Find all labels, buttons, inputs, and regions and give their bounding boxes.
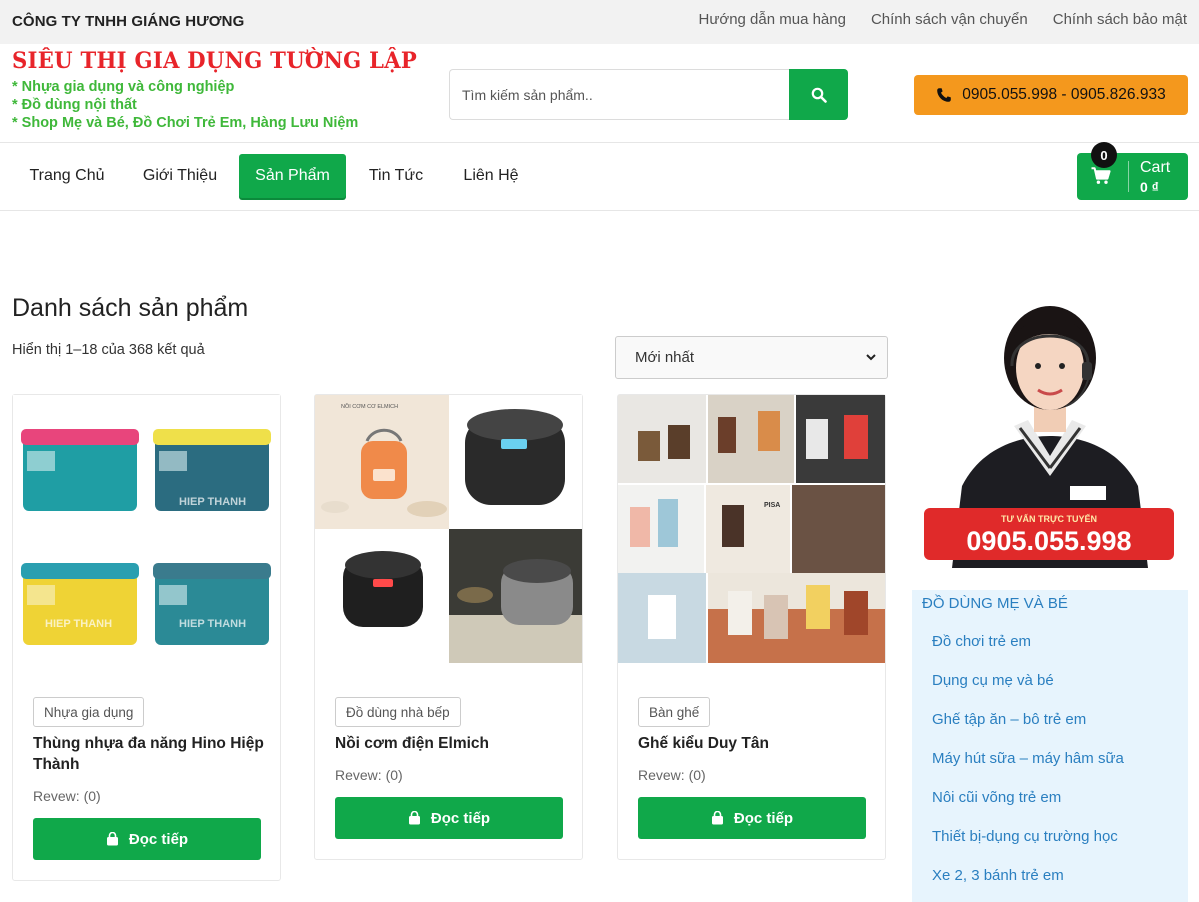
- product-image[interactable]: NỒI CƠM CƠ ELMICH: [315, 395, 582, 663]
- nav-contact[interactable]: Liên Hệ: [446, 154, 536, 198]
- product-name[interactable]: Ghế kiểu Duy Tân: [638, 733, 873, 754]
- search-icon: [811, 87, 827, 103]
- search-button[interactable]: [789, 69, 848, 120]
- shopping-bag-icon: [711, 811, 723, 825]
- read-more-button[interactable]: Đọc tiếp: [335, 797, 563, 839]
- category-item[interactable]: Nôi cũi võng trẻ em: [932, 789, 1061, 806]
- link-shipping-policy[interactable]: Chính sách vận chuyển: [871, 11, 1028, 28]
- chairs-collage-image: PISA: [618, 395, 885, 663]
- cart-separator: [1128, 161, 1129, 192]
- category-item[interactable]: Xe 2, 3 bánh trẻ em: [932, 867, 1064, 884]
- top-bar: CÔNG TY TNHH GIÁNG HƯƠNG Hướng dẫn mua h…: [0, 0, 1199, 44]
- online-support-banner[interactable]: TƯ VẤN TRỰC TUYẾN 0905.055.998: [922, 296, 1178, 568]
- search-input[interactable]: [450, 70, 789, 119]
- product-review: Revew: (0): [638, 767, 706, 783]
- tagline-1: * Nhựa gia dụng và công nghiệp: [12, 79, 235, 95]
- product-category-tag[interactable]: Nhựa gia dụng: [33, 697, 145, 727]
- category-item[interactable]: Ghế tập ăn – bô trẻ em: [932, 711, 1086, 728]
- category-item[interactable]: Máy hút sữa – máy hâm sữa: [932, 750, 1124, 767]
- category-sidebar: ĐỒ DÙNG MẸ VÀ BÉ Đồ chơi trẻ em Dụng cụ …: [912, 590, 1188, 902]
- read-more-label: Đọc tiếp: [430, 809, 491, 827]
- cart-total: 0 ₫: [1140, 179, 1159, 195]
- nav-news[interactable]: Tin Tức: [352, 154, 440, 198]
- svg-text:TƯ VẤN TRỰC TUYẾN: TƯ VẤN TRỰC TUYẾN: [1001, 514, 1097, 524]
- product-card: HIEP THANH HIEP THANH HIEP THANH Nhựa gi…: [12, 394, 281, 881]
- hotline-number: 0905.055.998 - 0905.826.933: [962, 86, 1166, 103]
- chevron-down-icon: [866, 354, 876, 361]
- divider: [0, 142, 1199, 143]
- link-purchase-guide[interactable]: Hướng dẫn mua hàng: [698, 11, 845, 28]
- link-privacy-policy[interactable]: Chính sách bảo mật: [1053, 11, 1187, 28]
- tagline-2: * Đồ dùng nội thất: [12, 97, 137, 113]
- storage-boxes-image: HIEP THANH HIEP THANH HIEP THANH: [13, 395, 280, 663]
- category-item[interactable]: Dụng cụ mẹ và bé: [932, 672, 1054, 689]
- support-agent-image: TƯ VẤN TRỰC TUYẾN 0905.055.998: [922, 296, 1178, 568]
- product-name[interactable]: Thùng nhựa đa năng Hino Hiệp Thành: [33, 733, 268, 775]
- cart-icon: [1091, 167, 1111, 184]
- result-count: Hiển thị 1–18 của 368 kết quả: [12, 342, 205, 358]
- nav-about[interactable]: Giới Thiệu: [128, 154, 232, 198]
- company-name: CÔNG TY TNHH GIÁNG HƯƠNG: [12, 13, 245, 30]
- read-more-label: Đọc tiếp: [733, 809, 794, 827]
- nav-home[interactable]: Trang Chủ: [12, 154, 122, 198]
- cart-count-badge: 0: [1091, 142, 1117, 168]
- shopping-bag-icon: [106, 832, 118, 846]
- product-category-tag[interactable]: Đồ dùng nhà bếp: [335, 697, 461, 727]
- divider: [0, 210, 1199, 211]
- rice-cooker-image: NỒI CƠM CƠ ELMICH: [315, 395, 582, 663]
- svg-text:HIEP THANH: HIEP THANH: [179, 618, 246, 630]
- svg-text:HIEP THANH: HIEP THANH: [179, 496, 246, 508]
- tagline-3: * Shop Mẹ và Bé, Đồ Chơi Trẻ Em, Hàng Lư…: [12, 115, 359, 131]
- site-logo-title[interactable]: SIÊU THỊ GIA DỤNG TƯỜNG LẬP: [12, 48, 417, 74]
- category-item[interactable]: Đồ chơi trẻ em: [932, 633, 1031, 650]
- product-image[interactable]: HIEP THANH HIEP THANH HIEP THANH: [13, 395, 280, 663]
- product-card: PISA Bàn ghế Ghế kiểu Duy Tân Revew: (0)…: [617, 394, 886, 860]
- product-category-tag[interactable]: Bàn ghế: [638, 697, 711, 727]
- cart-label: Cart: [1140, 159, 1171, 176]
- product-review: Revew: (0): [33, 788, 101, 804]
- category-item[interactable]: Thiết bị-dụng cụ trường học: [932, 828, 1118, 845]
- read-more-label: Đọc tiếp: [128, 830, 189, 848]
- product-card: NỒI CƠM CƠ ELMICH Đồ dùng nhà bếp Nồi cơ…: [314, 394, 583, 860]
- category-heading[interactable]: ĐỒ DÙNG MẸ VÀ BÉ: [922, 595, 1068, 612]
- svg-text:PISA: PISA: [764, 502, 780, 509]
- top-links: Hướng dẫn mua hàng Chính sách vận chuyển…: [698, 11, 1187, 28]
- sort-select[interactable]: Mới nhất: [615, 336, 888, 379]
- phone-icon: [937, 88, 952, 102]
- read-more-button[interactable]: Đọc tiếp: [33, 818, 261, 860]
- hotline-button[interactable]: 0905.055.998 - 0905.826.933: [914, 75, 1188, 115]
- page-title: Danh sách sản phẩm: [12, 294, 249, 322]
- nav-products[interactable]: Sản Phẩm: [239, 154, 346, 198]
- product-review: Revew: (0): [335, 767, 403, 783]
- product-image[interactable]: PISA: [618, 395, 885, 663]
- read-more-button[interactable]: Đọc tiếp: [638, 797, 866, 839]
- sort-selected-value: Mới nhất: [635, 349, 695, 366]
- product-name[interactable]: Nồi cơm điện Elmich: [335, 733, 570, 754]
- svg-text:0905.055.998: 0905.055.998: [966, 526, 1131, 556]
- shopping-bag-icon: [408, 811, 420, 825]
- svg-text:HIEP THANH: HIEP THANH: [45, 618, 112, 630]
- search-field: [449, 69, 789, 120]
- svg-text:NỒI CƠM CƠ ELMICH: NỒI CƠM CƠ ELMICH: [341, 403, 398, 410]
